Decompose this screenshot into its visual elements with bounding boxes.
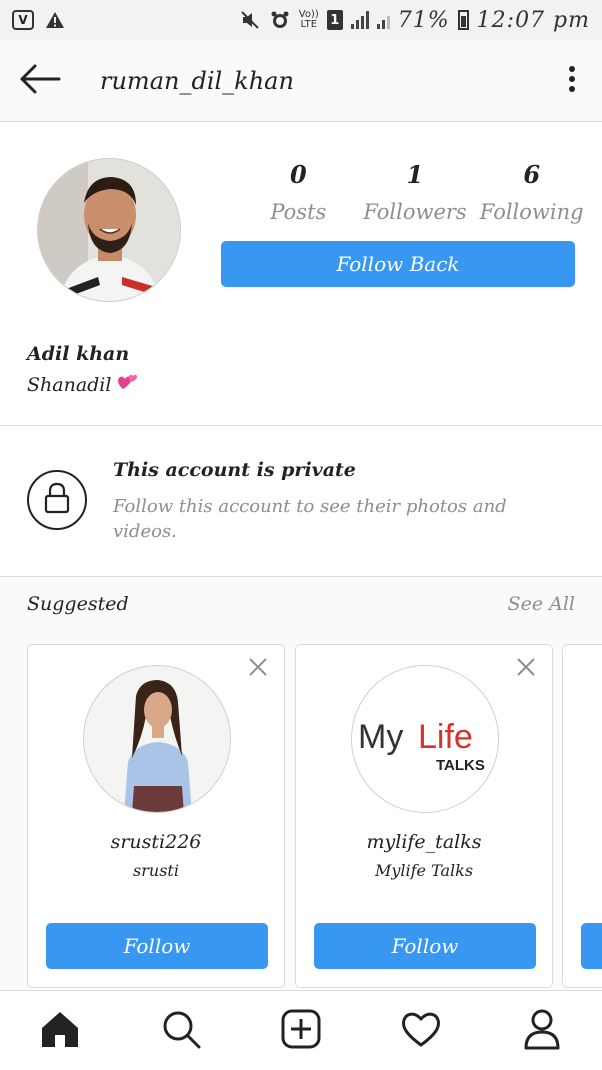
private-title: This account is private	[113, 459, 356, 481]
suggestion-card: srusti226 srusti Follow	[27, 644, 285, 988]
svg-text:Life: Life	[418, 718, 473, 756]
volte-indicator: Vo)) LTE	[298, 9, 319, 30]
follow-button[interactable]: Follow	[314, 923, 536, 969]
lock-badge	[27, 470, 87, 530]
profile-full-name: Adil khan	[27, 343, 130, 365]
warning-icon	[44, 9, 66, 31]
profile-bio-text: Shanadil	[27, 373, 112, 396]
status-bar: V Vo)) LTE 1 71% 12:07 pm	[0, 0, 602, 40]
battery-icon	[457, 10, 469, 30]
suggestion-avatar[interactable]: My Life TALKS	[351, 665, 499, 813]
signal-icon	[350, 11, 369, 29]
suggestion-card: My Life TALKS mylife_talks Mylife Talks …	[295, 644, 553, 988]
signal-2-icon	[376, 11, 390, 29]
stat-posts[interactable]: 0 Posts	[240, 160, 357, 224]
stat-followers-value: 1	[406, 160, 424, 189]
svg-text:My: My	[358, 718, 403, 756]
nav-create-button[interactable]	[271, 1001, 331, 1061]
mute-icon	[239, 9, 261, 31]
heart-icon	[400, 1010, 442, 1052]
dismiss-suggestion-button[interactable]	[246, 657, 270, 681]
profile-avatar[interactable]	[37, 158, 181, 302]
profile-stats: 0 Posts 1 Followers 6 Following	[240, 160, 590, 224]
back-arrow-icon	[19, 64, 61, 98]
suggested-title: Suggested	[27, 593, 129, 615]
profile-icon	[523, 1008, 561, 1054]
lock-icon	[43, 482, 71, 518]
stat-posts-label: Posts	[270, 200, 327, 224]
more-options-button[interactable]	[542, 40, 602, 122]
stat-following[interactable]: 6 Following	[473, 160, 590, 224]
close-icon	[516, 657, 536, 681]
back-button[interactable]	[0, 40, 80, 122]
bottom-navigation	[0, 990, 602, 1070]
stat-posts-value: 0	[289, 160, 307, 189]
nav-home-button[interactable]	[30, 1001, 90, 1061]
profile-bio: Shanadil	[27, 373, 139, 396]
two-hearts-icon	[117, 373, 139, 396]
dismiss-suggestion-button[interactable]	[514, 657, 538, 681]
stat-followers-label: Followers	[363, 200, 467, 224]
mylife-talks-logo: My Life TALKS	[352, 666, 498, 812]
section-divider	[0, 425, 602, 426]
follow-back-button[interactable]: Follow Back	[221, 241, 575, 287]
close-icon	[248, 657, 268, 681]
profile-header: ruman_dil_khan	[0, 40, 602, 122]
search-icon	[161, 1009, 201, 1053]
home-icon	[40, 1010, 80, 1052]
see-all-link[interactable]: See All	[508, 593, 575, 615]
suggestion-username[interactable]: mylife_talks	[296, 831, 552, 853]
suggestion-avatar[interactable]	[83, 665, 231, 813]
nav-search-button[interactable]	[151, 1001, 211, 1061]
svg-text:TALKS: TALKS	[436, 757, 485, 774]
nav-activity-button[interactable]	[391, 1001, 451, 1061]
clock: 12:07 pm	[476, 7, 590, 33]
suggestion-username[interactable]: srusti226	[28, 831, 284, 853]
app-notification-icon: V	[12, 10, 34, 30]
follow-button-partial[interactable]	[581, 923, 602, 969]
header-username: ruman_dil_khan	[100, 66, 294, 95]
sim-indicator: 1	[326, 10, 343, 30]
nav-profile-button[interactable]	[512, 1001, 572, 1061]
stat-following-value: 6	[523, 160, 541, 189]
add-post-icon	[281, 1009, 321, 1053]
battery-percent: 71%	[397, 7, 450, 33]
suggestion-name: Mylife Talks	[374, 861, 474, 880]
stat-following-label: Following	[479, 200, 584, 224]
more-vertical-icon	[568, 65, 576, 97]
follow-button[interactable]: Follow	[46, 923, 268, 969]
alarm-icon	[269, 9, 291, 31]
suggestion-name: srusti	[133, 861, 179, 880]
suggestion-card-partial	[562, 644, 602, 988]
private-subtitle: Follow this account to see their photos …	[113, 496, 507, 542]
stat-followers[interactable]: 1 Followers	[357, 160, 474, 224]
suggested-section: Suggested See All srusti226 srusti Follo…	[0, 576, 602, 990]
